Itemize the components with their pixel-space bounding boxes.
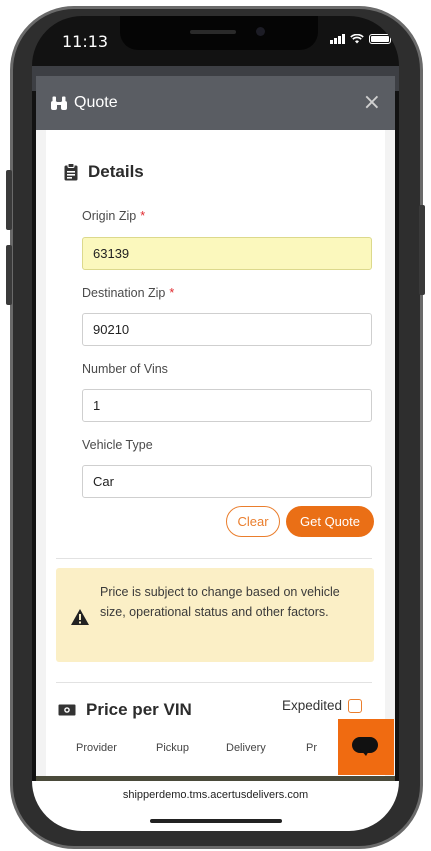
clear-button[interactable]: Clear: [226, 506, 280, 537]
notch-speaker: [190, 30, 236, 34]
origin-zip-input[interactable]: 63139: [82, 237, 372, 270]
binoculars-icon: [51, 96, 67, 110]
divider: [56, 682, 372, 683]
modal-body: Details Origin Zip * 63139 Destination Zi…: [36, 130, 395, 780]
column-header-delivery: Delivery: [226, 742, 266, 754]
number-of-vins-label: Number of Vins: [82, 362, 168, 376]
price-per-vin-header: Price per VIN: [58, 700, 192, 720]
expedited-label: Expedited: [282, 698, 343, 713]
browser-url-bar[interactable]: shipperdemo.tms.acertusdelivers.com: [32, 781, 399, 831]
modal-header: Quote ×: [36, 76, 395, 130]
close-button[interactable]: ×: [363, 92, 381, 114]
price-notice: Price is subject to change based on vehi…: [56, 568, 374, 662]
vehicle-type-label: Vehicle Type: [82, 438, 153, 452]
battery-icon: [369, 33, 394, 44]
destination-zip-input[interactable]: 90210: [82, 313, 372, 346]
status-time: 11:13: [62, 32, 109, 51]
notice-text: Price is subject to change based on vehi…: [100, 585, 340, 619]
status-icons: [330, 33, 394, 44]
phone-volume-down: [6, 245, 12, 305]
url-text: shipperdemo.tms.acertusdelivers.com: [122, 789, 309, 801]
phone-power-button: [419, 205, 425, 295]
details-title: Details: [88, 162, 144, 181]
status-bar: 11:13: [32, 16, 399, 66]
origin-zip-label: Origin Zip *: [82, 209, 145, 223]
front-camera: [256, 27, 265, 36]
column-header-provider: Provider: [76, 742, 117, 754]
required-mark: *: [169, 286, 175, 300]
notch: [120, 16, 318, 50]
details-section-header: Details: [64, 162, 144, 182]
home-indicator[interactable]: [150, 819, 282, 823]
expedited-checkbox[interactable]: [348, 698, 363, 713]
divider: [56, 558, 372, 559]
get-quote-button[interactable]: Get Quote: [286, 506, 374, 537]
column-header-pickup: Pickup: [156, 742, 190, 754]
wifi-icon: [350, 33, 364, 43]
chat-button[interactable]: [338, 719, 394, 775]
clipboard-icon: [64, 163, 78, 181]
phone-screen: 11:13 Quote × Details Origin Zip * 63139…: [32, 16, 399, 831]
expedited-toggle[interactable]: Expedited: [282, 698, 363, 713]
money-icon: [58, 704, 76, 716]
column-header-price: Pr: [306, 742, 317, 754]
warning-icon: [71, 609, 89, 625]
destination-zip-label-text: Destination Zip: [82, 286, 166, 300]
required-mark: *: [140, 209, 146, 223]
modal-title: Quote: [74, 94, 118, 111]
number-of-vins-input[interactable]: 1: [82, 389, 372, 422]
vehicle-type-input[interactable]: Car: [82, 465, 372, 498]
quote-card: Details Origin Zip * 63139 Destination Zi…: [46, 130, 385, 780]
chat-icon-tail: [360, 749, 370, 756]
signal-icon: [330, 33, 345, 44]
price-per-vin-title: Price per VIN: [86, 700, 192, 719]
destination-zip-label: Destination Zip *: [82, 286, 174, 300]
phone-volume-up: [6, 170, 12, 230]
origin-zip-label-text: Origin Zip: [82, 209, 137, 223]
